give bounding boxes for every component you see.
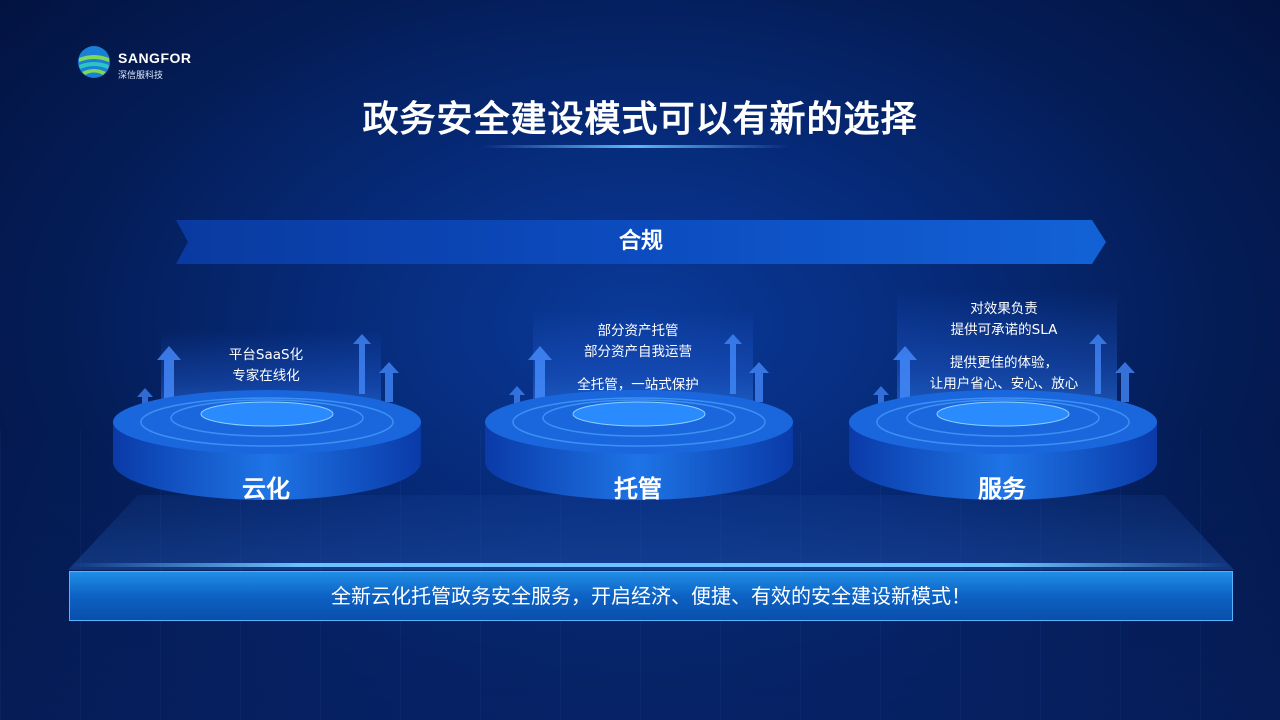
desc-line: 提供更佳的体验， — [950, 355, 1058, 371]
stage-label: 服务 — [978, 475, 1026, 503]
logo-subtitle: 深信服科技 — [118, 71, 164, 81]
summary-text: 全新云化托管政务安全服务，开启经济、便捷、有效的安全建设新模式！ — [331, 584, 971, 608]
stage-managed: 部分资产托管 部分资产自我运营 全托管，一站式保护 托管 — [483, 270, 803, 510]
desc-line: 平台SaaS化 — [228, 347, 304, 363]
desc-line: 让用户省心、安心、放心 — [929, 376, 1079, 392]
sangfor-logo: SANGFOR 深信服科技 — [76, 44, 216, 84]
desc-line: 部分资产自我运营 — [584, 344, 692, 360]
desc-line: 全托管，一站式保护 — [577, 377, 699, 393]
stage-label: 云化 — [242, 475, 290, 503]
page-title: 政务安全建设模式可以有新的选择 — [362, 99, 918, 140]
stage-label: 托管 — [614, 475, 662, 503]
summary-bar: 全新云化托管政务安全服务，开启经济、便捷、有效的安全建设新模式！ — [69, 571, 1233, 621]
desc-line: 部分资产托管 — [597, 323, 679, 339]
desc-spacer — [478, 363, 798, 375]
logo-globe-icon — [78, 46, 110, 78]
banner-label: 合规 — [618, 229, 663, 254]
desc-spacer — [844, 341, 1164, 353]
title-underline — [480, 145, 790, 148]
desc-line: 对效果负责 — [970, 301, 1038, 317]
stage-desc: 对效果负责 提供可承诺的SLA 提供更佳的体验， 让用户省心、安心、放心 — [844, 299, 1164, 395]
stage-desc: 平台SaaS化 专家在线化 — [106, 345, 426, 387]
floor-edge-glow — [68, 563, 1234, 567]
stage-cloud: 平台SaaS化 专家在线化 云化 — [111, 270, 431, 510]
logo-name: SANGFOR — [118, 50, 192, 66]
stage-desc: 部分资产托管 部分资产自我运营 全托管，一站式保护 — [478, 321, 798, 396]
desc-line: 专家在线化 — [232, 368, 300, 384]
compliance-banner: 合规 — [176, 220, 1106, 264]
desc-line: 提供可承诺的SLA — [950, 322, 1058, 338]
stage-service: 对效果负责 提供可承诺的SLA 提供更佳的体验， 让用户省心、安心、放心 服务 — [847, 270, 1167, 510]
